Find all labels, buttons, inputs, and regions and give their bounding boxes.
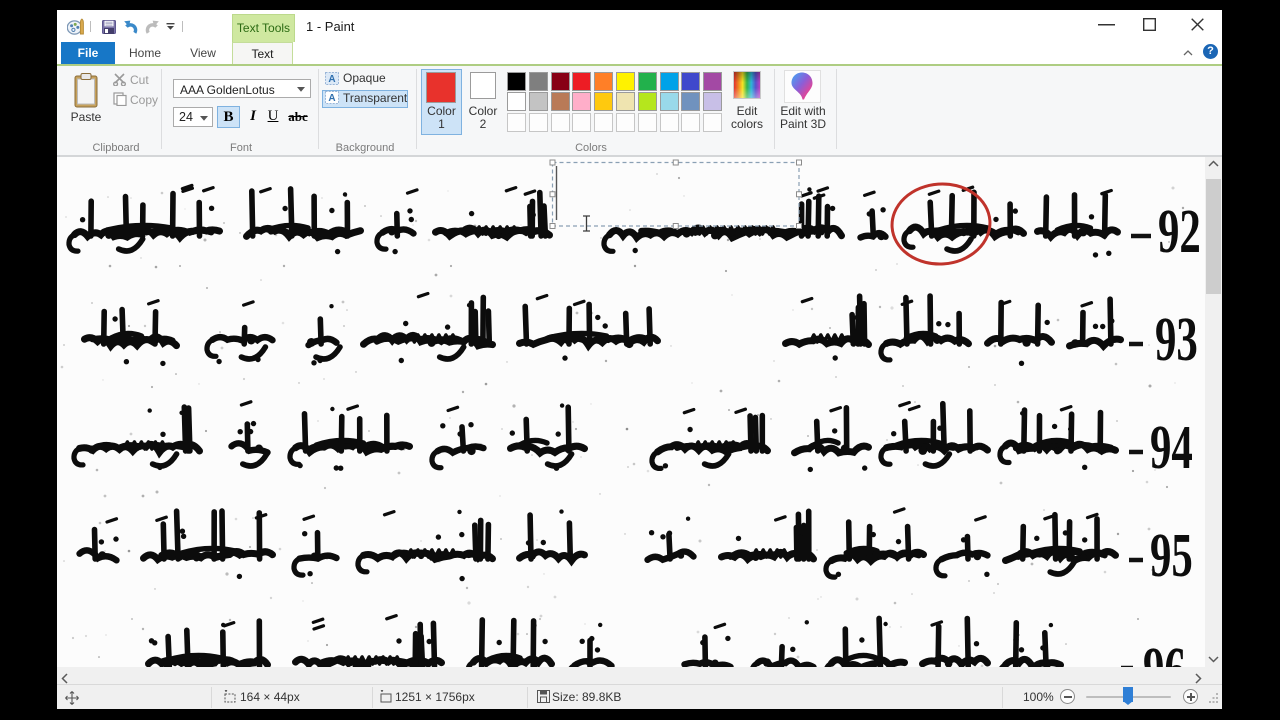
svg-text:94: 94	[1150, 412, 1193, 482]
svg-text:93: 93	[1155, 304, 1198, 374]
svg-text:96: 96	[1143, 634, 1186, 667]
svg-text:A: A	[328, 93, 335, 104]
svg-text:92: 92	[1158, 196, 1201, 266]
svg-text:95: 95	[1150, 520, 1193, 590]
svg-text:A: A	[328, 74, 335, 85]
